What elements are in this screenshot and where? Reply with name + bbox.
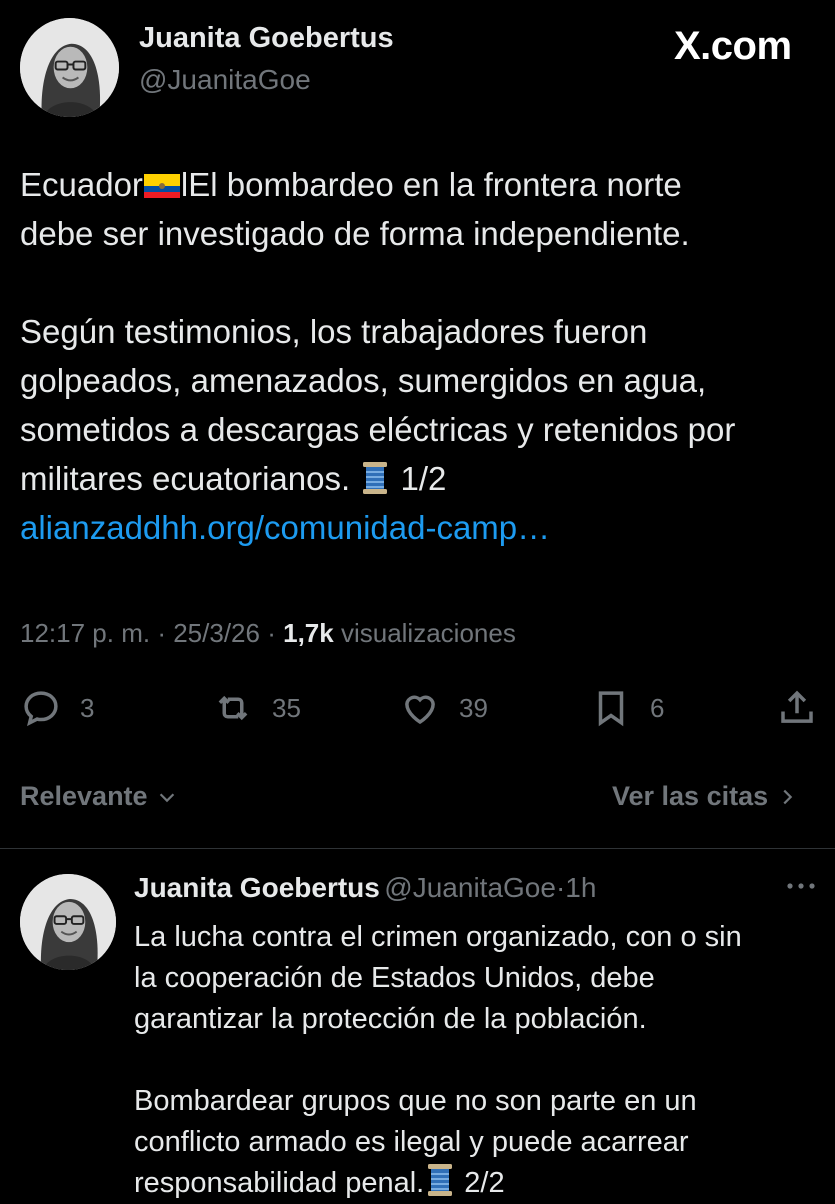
tweet-line-6: militares ecuatorianos. 1/2 [20, 460, 447, 497]
ecuador-flag-icon [143, 174, 180, 198]
tweet-meta: 12:17 p. m. · 25/3/26 · 1,7k visualizaci… [20, 618, 516, 648]
reply-line-6: responsabilidad penal. 2/2 [134, 1163, 742, 1204]
reply-avatar[interactable] [20, 874, 116, 970]
profile-photo-icon [20, 18, 119, 117]
author-handle[interactable]: @JuanitaGoe [139, 64, 311, 96]
bookmark-button[interactable]: 6 [590, 687, 664, 729]
tweet-date[interactable]: 25/3/26 [173, 618, 260, 648]
brand-text: X.com [674, 24, 792, 68]
bookmark-count: 6 [650, 692, 665, 723]
repost-button[interactable]: 35 [212, 687, 301, 729]
views-count: 1,7k [283, 618, 334, 648]
tweet-link[interactable]: alianzaddhh.org/comunidad-camp… [20, 503, 735, 552]
reply-header: Juanita Goebertus @JuanitaGoe·1h [134, 872, 597, 903]
reply-line-1: La lucha contra el crimen organizado, co… [134, 921, 742, 953]
reply-button[interactable]: 3 [20, 687, 94, 729]
reply-line-4: Bombardear grupos que no son parte en un [134, 1085, 697, 1117]
repost-count: 35 [272, 692, 301, 723]
tweet-line-3: Según testimonios, los trabajadores fuer… [20, 313, 648, 350]
author-avatar[interactable] [20, 18, 119, 117]
tweet-body: Ecuador lEl bombardeo en la frontera nort… [20, 160, 735, 552]
chevron-right-icon [783, 789, 793, 804]
spool-of-thread-icon [363, 462, 388, 494]
reply-time[interactable]: 1h [565, 872, 596, 903]
tweet-time[interactable]: 12:17 p. m. [20, 618, 150, 648]
like-count: 39 [459, 692, 488, 723]
divider [0, 848, 835, 849]
profile-photo-icon [20, 874, 116, 970]
tweet-line-1: Ecuador lEl bombardeo en la frontera nort… [20, 166, 682, 203]
sort-label: Relevante [20, 781, 148, 811]
reply-author-name[interactable]: Juanita Goebertus [134, 872, 380, 903]
tweet-line-5: sometidos a descargas eléctricas y reten… [20, 411, 736, 448]
reply-icon [24, 691, 58, 727]
like-icon [405, 695, 435, 725]
quotes-label: Ver las citas [612, 781, 769, 811]
reply-count: 3 [80, 692, 95, 723]
reply-line-2: la cooperación de Estados Unidos, debe [134, 962, 655, 994]
author-name[interactable]: Juanita Goebertus [139, 22, 394, 55]
brand-logo: X.com [674, 24, 792, 69]
share-button[interactable] [776, 687, 818, 729]
chevron-down-icon [159, 792, 174, 802]
more-icon [787, 883, 815, 889]
more-button[interactable] [786, 878, 816, 896]
like-button[interactable]: 39 [399, 687, 488, 729]
reply-line-3: garantizar la protección de la población… [134, 1003, 647, 1035]
reply-line-5: conflicto armado es ilegal y puede acarr… [134, 1126, 689, 1158]
repost-icon [218, 695, 248, 721]
share-icon [781, 690, 813, 723]
reply-author-handle[interactable]: @JuanitaGoe [384, 872, 556, 903]
spool-of-thread-icon [428, 1164, 453, 1196]
views-label: visualizaciones [340, 618, 516, 648]
reply-body: La lucha contra el crimen organizado, co… [134, 917, 742, 1204]
view-quotes-link[interactable]: Ver las citas [612, 781, 798, 812]
tweet-line-4: golpeados, amenazados, sumergidos en agu… [20, 362, 707, 399]
sort-dropdown[interactable]: Relevante [20, 781, 178, 812]
bookmark-icon [598, 691, 624, 727]
tweet-line-2: debe ser investigado de forma independie… [20, 215, 690, 252]
